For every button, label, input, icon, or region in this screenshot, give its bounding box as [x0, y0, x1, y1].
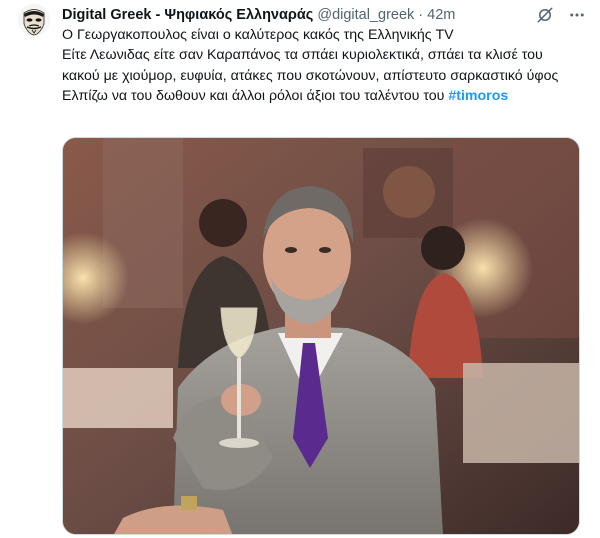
author-name[interactable]: Digital Greek - Ψηφιακός Ελληναράς	[62, 7, 313, 23]
tweet-time[interactable]: 42m	[427, 7, 455, 23]
hashtag-link[interactable]: #timoros	[448, 88, 508, 104]
separator-dot: ·	[418, 7, 424, 23]
author-handle[interactable]: @digital_greek	[317, 7, 414, 23]
more-icon[interactable]	[568, 6, 586, 24]
tweet-actions	[536, 6, 586, 24]
tweet-text-line-1: Ο Γεωργακοπουλος είναι ο καλύτερος κακός…	[62, 27, 454, 43]
tweet: Digital Greek - Ψηφιακός Ελληναράς @digi…	[0, 0, 600, 538]
tweet-text: Ο Γεωργακοπουλος είναι ο καλύτερος κακός…	[62, 25, 582, 106]
mask-avatar-icon[interactable]	[18, 4, 50, 36]
tweet-text-line-2: Είτε Λεωνιδας είτε σαν Καραπάνος τα σπάε…	[62, 47, 559, 84]
tweet-text-line-3: Ελπίζω να του δωθουν και άλλοι ρόλοι άξι…	[62, 86, 582, 106]
tweet-text-line-3-text: Ελπίζω να του δωθουν και άλλοι ρόλοι άξι…	[62, 87, 445, 104]
tweet-photo[interactable]	[62, 137, 580, 535]
tweet-header: Digital Greek - Ψηφιακός Ελληναράς @digi…	[62, 5, 530, 25]
grok-icon[interactable]	[536, 6, 554, 24]
